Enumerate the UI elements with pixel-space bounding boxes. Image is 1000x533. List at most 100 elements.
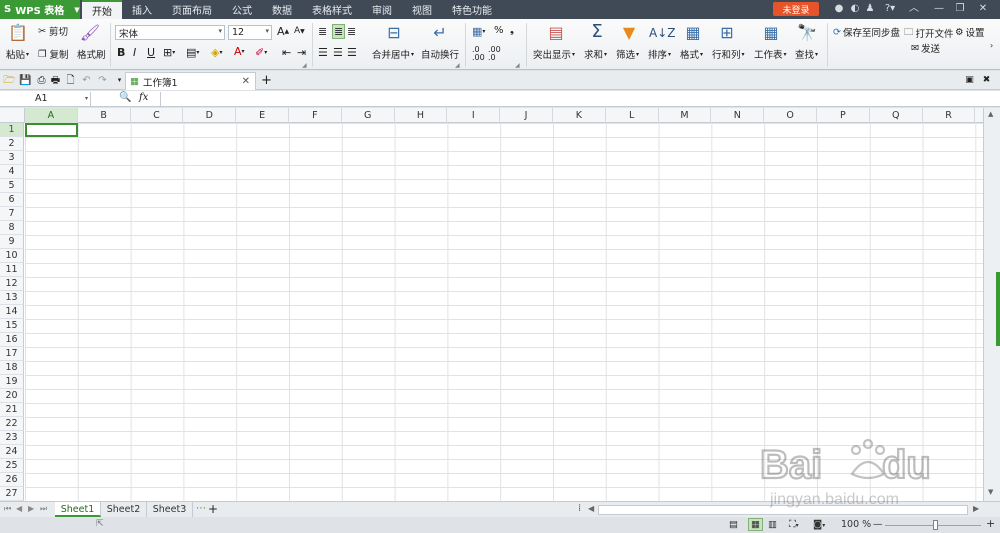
macro-record-icon[interactable]: ⇱ xyxy=(96,519,104,529)
zoom-in-icon[interactable]: + xyxy=(986,517,995,530)
send-button[interactable]: ✉ 发送 xyxy=(911,41,940,56)
decrease-decimal-icon[interactable]: .00.0 xyxy=(488,46,501,62)
active-cell[interactable] xyxy=(25,123,78,137)
app-menu-button[interactable]: S WPS 表格 ▼ xyxy=(0,0,80,19)
worksheet-icon[interactable]: ▦ xyxy=(759,23,783,43)
menu-tab[interactable]: 审阅 xyxy=(362,0,402,19)
first-sheet-icon[interactable]: ⏮ xyxy=(4,504,11,514)
row-header[interactable]: 4 xyxy=(0,165,24,179)
save-to-sync-button[interactable]: ⟳ 保存至同步盘 xyxy=(833,25,900,40)
worksheet-button[interactable]: 工作表 ▾ xyxy=(754,47,787,61)
column-header[interactable]: I xyxy=(447,108,501,123)
wrap-text-icon[interactable]: ↵ xyxy=(428,23,452,43)
merge-center-icon[interactable]: ⊟ xyxy=(382,23,406,43)
prev-sheet-icon[interactable]: ◀ xyxy=(16,504,22,513)
print-preview-icon[interactable]: 🗋 xyxy=(64,74,77,87)
menu-tab[interactable]: 公式 xyxy=(222,0,262,19)
row-header[interactable]: 8 xyxy=(0,221,24,235)
menu-tab[interactable]: 表格样式 xyxy=(302,0,362,19)
row-column-icon[interactable]: ⊞ xyxy=(715,23,739,43)
redo-icon[interactable]: ↷ xyxy=(96,74,109,87)
menu-tab[interactable]: 数据 xyxy=(262,0,302,19)
settings-button[interactable]: ⚙ 设置 xyxy=(955,25,985,40)
row-header[interactable]: 12 xyxy=(0,277,24,291)
format-button[interactable]: 格式 ▾ xyxy=(680,47,703,61)
row-header[interactable]: 5 xyxy=(0,179,24,193)
open-file-button[interactable]: 🗀 打开文件 xyxy=(904,25,954,41)
tab-list-icon[interactable]: ▣ xyxy=(963,74,976,87)
row-header[interactable]: 1 xyxy=(0,123,24,137)
undo-icon[interactable]: ↶ xyxy=(80,74,93,87)
last-sheet-icon[interactable]: ⏭ xyxy=(40,504,47,514)
italic-button[interactable]: I xyxy=(133,46,136,59)
split-handle-icon[interactable]: ⁞ xyxy=(578,503,581,514)
side-panel-handle[interactable] xyxy=(996,272,1000,346)
merge-center-button[interactable]: 合并居中 ▾ xyxy=(372,47,414,61)
add-sheet-icon[interactable]: + xyxy=(208,502,218,516)
paste-icon[interactable]: 📋 xyxy=(6,23,30,43)
cut-button[interactable]: ✂ 剪切 xyxy=(38,24,68,39)
column-header[interactable]: B xyxy=(78,108,131,123)
page-layout-view-icon[interactable]: ▦ xyxy=(748,518,763,531)
row-header[interactable]: 6 xyxy=(0,193,24,207)
skin-icon[interactable]: ● xyxy=(833,3,845,15)
sheet-tab[interactable]: Sheet3 xyxy=(147,502,193,517)
indent-decrease-icon[interactable]: ⇤ xyxy=(282,46,291,59)
number-format-icon[interactable]: ▦ ▾ xyxy=(472,25,485,38)
copy-button[interactable]: ❐ 复制 xyxy=(38,47,69,62)
column-header[interactable]: E xyxy=(236,108,289,123)
login-button[interactable]: 未登录 xyxy=(773,2,819,16)
font-color-icon[interactable]: A ▾ xyxy=(234,45,245,58)
column-header[interactable]: G xyxy=(342,108,395,123)
column-header[interactable]: N xyxy=(711,108,765,123)
column-header[interactable]: R xyxy=(923,108,976,123)
doc-tab-workbook1[interactable]: ▦ 工作簿1 ✕ xyxy=(125,72,256,90)
column-header[interactable]: K xyxy=(553,108,606,123)
column-header[interactable]: F xyxy=(289,108,342,123)
column-header[interactable]: H xyxy=(395,108,448,123)
print-icon[interactable]: 🖶 xyxy=(49,74,62,87)
binoculars-icon[interactable]: 🔭 xyxy=(795,23,819,43)
paste-button[interactable]: 粘贴 ▾ xyxy=(6,47,29,61)
column-header[interactable]: D xyxy=(183,108,237,123)
save-icon[interactable]: 💾 xyxy=(19,74,32,87)
row-header[interactable]: 25 xyxy=(0,459,24,473)
row-header[interactable]: 16 xyxy=(0,333,24,347)
row-header[interactable]: 11 xyxy=(0,263,24,277)
row-header[interactable]: 15 xyxy=(0,319,24,333)
row-column-button[interactable]: 行和列 ▾ xyxy=(712,47,745,61)
decrease-font-icon[interactable]: A ▼ xyxy=(294,26,305,36)
menu-tab[interactable]: 页面布局 xyxy=(162,0,222,19)
row-header[interactable]: 19 xyxy=(0,375,24,389)
find-button[interactable]: 查找 ▾ xyxy=(795,47,818,61)
open-folder-icon[interactable]: 🗁 xyxy=(3,74,16,87)
align-center-icon[interactable]: ☰ xyxy=(333,46,343,59)
column-header[interactable]: J xyxy=(500,108,553,123)
row-header[interactable]: 23 xyxy=(0,431,24,445)
align-middle-icon[interactable]: ≣ xyxy=(332,24,346,39)
output-pdf-icon[interactable]: ⎙ xyxy=(35,74,48,87)
row-header[interactable]: 26 xyxy=(0,473,24,487)
align-right-icon[interactable]: ☰ xyxy=(347,46,357,59)
row-header[interactable]: 10 xyxy=(0,249,24,263)
row-header[interactable]: 20 xyxy=(0,389,24,403)
scroll-up-icon[interactable]: ▲ xyxy=(988,110,993,118)
collapse-ribbon-icon[interactable]: ︿ xyxy=(908,3,920,15)
shirt-icon[interactable]: ♟ xyxy=(864,3,876,15)
sheet-tab[interactable]: Sheet1 xyxy=(55,502,101,517)
cell-style-icon[interactable]: ▤ ▾ xyxy=(186,46,199,59)
close-icon[interactable]: ✕ xyxy=(977,3,989,15)
fullscreen-icon[interactable]: ⛶▾ xyxy=(789,519,799,530)
row-header[interactable]: 3 xyxy=(0,151,24,165)
help-icon[interactable]: ?▾ xyxy=(880,3,900,15)
next-sheet-icon[interactable]: ▶ xyxy=(28,504,34,513)
filter-icon[interactable]: ▼ xyxy=(617,23,641,43)
align-left-icon[interactable]: ☰ xyxy=(318,46,328,59)
menu-tab[interactable]: 插入 xyxy=(122,0,162,19)
normal-view-icon[interactable]: ▤ xyxy=(729,519,738,530)
column-header[interactable]: L xyxy=(606,108,659,123)
sum-button[interactable]: 求和 ▾ xyxy=(584,47,607,61)
thousands-icon[interactable]: ❟ xyxy=(510,25,514,36)
align-top-icon[interactable]: ≣ xyxy=(318,25,327,38)
alignment-dialog-launcher-icon[interactable]: ◢ xyxy=(455,62,460,69)
